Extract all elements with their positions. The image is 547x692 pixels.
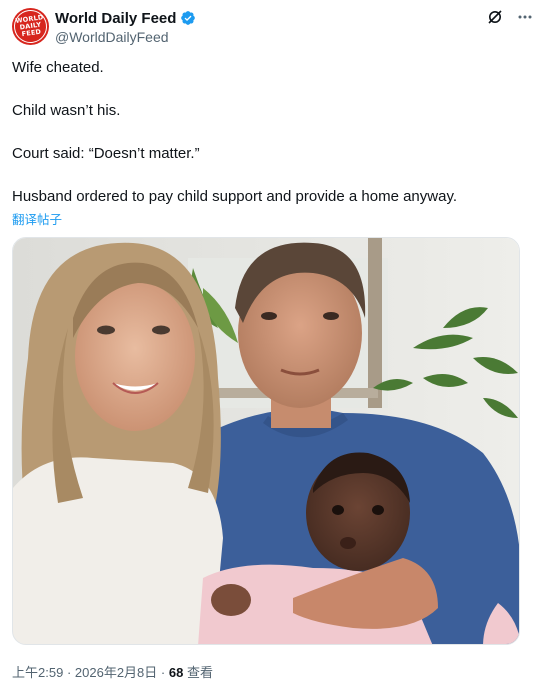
tweet-header: WORLD DAILY FEED World Daily Feed @World… [12,8,535,48]
account-names: World Daily Feed @WorldDailyFeed [55,8,196,45]
views-label: 查看 [186,665,213,680]
views-count: 68 [168,665,184,680]
header-actions [487,9,533,25]
tweet-line-2: Child wasn’t his. [12,102,121,119]
tweet-line-4: Husband ordered to pay child support and… [12,188,457,205]
family-photo-illustration [13,238,519,644]
tweet-line-1: Wife cheated. [12,59,104,76]
tweet-meta: 上午2:59 · 2026年2月8日 · 68 查看 [12,662,213,681]
post-date[interactable]: 2026年2月8日 [75,665,157,680]
post-time[interactable]: 上午2:59 [12,665,63,680]
verified-badge-icon [181,11,196,25]
tweet-line-3: Court said: “Doesn’t matter.” [12,145,200,162]
account-avatar[interactable]: WORLD DAILY FEED [12,8,49,45]
grok-icon[interactable] [487,9,503,25]
more-icon[interactable] [517,9,533,25]
display-name[interactable]: World Daily Feed [55,10,176,27]
display-name-row: World Daily Feed [55,8,196,28]
tweet-photo[interactable] [12,237,520,645]
translate-post-link[interactable]: 翻译帖子 [12,209,62,228]
logo-line-3: FEED [21,27,42,39]
meta-separator: · [160,665,166,680]
world-daily-feed-logo: WORLD DAILY FEED [12,8,49,45]
account-handle[interactable]: @WorldDailyFeed [55,29,196,45]
meta-separator: · [66,665,72,680]
